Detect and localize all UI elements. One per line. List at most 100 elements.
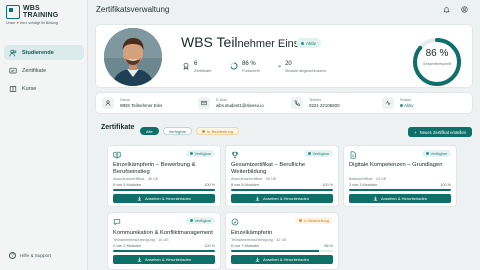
overall-progress-label: Gesamtfortschritt xyxy=(422,62,452,66)
warning-dot-icon xyxy=(202,129,206,133)
contact-info-card: Name WBS Teilnehmer Eins E-Mail wbs.studen… xyxy=(95,92,473,114)
view-download-button[interactable]: Ansehen & Herunterladen xyxy=(349,194,451,203)
stat-certificates: 6 Zertifikate xyxy=(182,61,230,73)
certificate-subtitle: Abschlusszertifikat · 96 UE xyxy=(231,177,277,181)
info-status: Status Aktiv xyxy=(382,97,414,109)
status-badge: Aktiv xyxy=(296,38,321,48)
sidebar-item-label: Studierende xyxy=(22,49,54,56)
status-badge: Verfügbar xyxy=(185,150,215,157)
view-download-button[interactable]: Ansehen & Herunterladen xyxy=(113,255,215,264)
status-badge: Verfügbar xyxy=(303,150,333,157)
certificate-title: Einzelkämpferin xyxy=(231,230,273,236)
certificate-card: Verfügbar Kommunikation & Konfliktmanage… xyxy=(107,212,221,270)
certificate-card: In Bearbeitung Einzelkämpferin Teilnahme… xyxy=(225,212,339,270)
progress-row: 6 von 7 Modulen 86 % xyxy=(231,244,333,248)
status-badge: In Bearbeitung xyxy=(295,217,333,224)
download-icon xyxy=(255,196,260,201)
filter-available[interactable]: Verfügbar xyxy=(162,127,193,135)
certificate-title: Kommunikation & Konfliktmanagement xyxy=(113,230,213,236)
progress-bar xyxy=(231,250,333,252)
phone-icon xyxy=(294,100,300,106)
info-email: E-Mail wbs.student1@sleeso.io xyxy=(198,97,264,109)
notification-bell-icon[interactable] xyxy=(443,6,450,13)
progress-bar xyxy=(113,189,215,191)
sidebar-item-label: Kurse xyxy=(22,85,37,92)
sidebar-item-label: Zertifikate xyxy=(22,67,47,74)
avatar xyxy=(104,28,162,86)
plus-icon: + xyxy=(414,129,417,135)
certificate-title: Gesamtzertifikat – Berufliche Weiterbild… xyxy=(231,162,306,175)
brand-name-line1: WBS xyxy=(23,5,40,12)
progress-icon xyxy=(230,62,238,70)
status-dot-icon xyxy=(400,103,403,107)
certificate-subtitle: Teilnahmebescheinigung · 32 UE xyxy=(231,238,287,242)
progress-bar xyxy=(349,189,451,191)
sidebar-item-kurse[interactable]: Kurse xyxy=(4,81,84,96)
trophy-icon xyxy=(231,151,239,159)
profile-stats: 6 Zertifikate 86 % Fortschritt 20 Module ab… xyxy=(182,61,326,73)
check-circle-icon xyxy=(231,218,239,226)
info-name: Name WBS Teilnehmer Eins xyxy=(102,97,162,109)
view-download-button[interactable]: Ansehen & Herunterladen xyxy=(113,194,215,203)
help-support-link[interactable]: ? Hilfe & Support xyxy=(9,252,51,259)
download-icon xyxy=(137,257,142,262)
certificate-title: Digitale Kompetenzen – Grundlagen xyxy=(349,162,443,168)
progress-bar xyxy=(113,250,215,252)
user-menu-icon[interactable] xyxy=(461,6,468,13)
chat-icon xyxy=(113,219,121,226)
top-bar: Zertifikatsverwaltung xyxy=(88,0,480,22)
certificate-icon xyxy=(113,151,121,159)
view-download-button[interactable]: Ansehen & Herunterladen xyxy=(231,194,333,203)
progress-row: 5 von 5 Modulen 100 % xyxy=(113,183,215,187)
user-icon xyxy=(105,100,111,106)
progress-row: 3 von 3 Modulen 100 % xyxy=(349,183,451,187)
brand-name-line2: TRAINING xyxy=(23,12,59,19)
certificate-card: Verfügbar Einzelkämpferin – Bewerbung & … xyxy=(107,145,221,207)
progress-row: 8 von 8 Modulen 100 % xyxy=(231,183,333,187)
status-dot-icon xyxy=(301,41,304,45)
download-icon xyxy=(137,196,142,201)
status-icon xyxy=(385,100,391,106)
certificate-card: Verfügbar Digitale Kompetenzen – Grundla… xyxy=(343,145,457,207)
sidebar-item-zertifikate[interactable]: Zertifikate xyxy=(4,63,84,78)
status-badge: Verfügbar xyxy=(185,217,215,224)
document-icon xyxy=(350,151,356,159)
award-icon xyxy=(183,62,189,70)
book-icon xyxy=(9,85,17,92)
view-download-button[interactable]: Ansehen & Herunterladen xyxy=(231,255,333,264)
logo-mark-icon xyxy=(6,5,20,19)
certificate-subtitle: Abschlusszertifikat · 36 UE xyxy=(113,177,159,181)
sidebar-item-studierende[interactable]: Studierende xyxy=(4,45,84,60)
certificates-heading: Zertifikate xyxy=(101,124,135,131)
info-phone: Telefon 0221 22106600 xyxy=(291,97,340,109)
download-icon xyxy=(255,257,260,262)
status-badge: Verfügbar xyxy=(421,150,451,157)
download-icon xyxy=(373,196,378,201)
users-icon xyxy=(9,49,17,56)
new-certificate-button[interactable]: + Neues Zertifikat erstellen xyxy=(408,127,472,137)
page-title: Zertifikatsverwaltung xyxy=(96,5,170,14)
certificate-subtitle: Teilnahmebescheinigung · 16 UE xyxy=(113,238,169,242)
progress-row: 2 von 2 Modulen 100 % xyxy=(113,244,215,248)
heart-icon: ♥ xyxy=(16,21,19,25)
sidebar-nav: Studierende Zertifikate Kurse xyxy=(4,45,84,99)
stat-progress: 86 % Fortschritt xyxy=(230,61,278,73)
stack-icon xyxy=(278,64,282,68)
brand-tagline: Unser ♥ Herz schlägt für Bildung xyxy=(6,21,58,25)
overall-progress-value: 86 % xyxy=(425,48,449,59)
student-name: WBS Teilnehmer Eins xyxy=(181,34,300,50)
status-value: Aktiv xyxy=(400,103,414,109)
stat-modules: 20 Module abgeschlossen xyxy=(278,61,326,73)
profile-card: WBS Teilnehmer Eins Aktiv 6 Zertifikate 8… xyxy=(95,24,473,88)
help-icon: ? xyxy=(9,252,16,259)
filter-all[interactable]: Alle xyxy=(140,127,159,135)
overall-progress-ring: 86 % Gesamtfortschritt xyxy=(410,35,464,89)
brand-logo[interactable]: WBS TRAINING Unser ♥ Herz schlägt für Bi… xyxy=(6,5,58,25)
certificate-filters: Alle Verfügbar In Bearbeitung xyxy=(140,127,240,135)
mail-icon xyxy=(201,100,207,106)
filter-in-progress[interactable]: In Bearbeitung xyxy=(196,127,240,135)
certificate-title: Einzelkämpferin – Bewerbung & Berufseins… xyxy=(113,162,196,175)
certificate-subtitle: Basiszertifikat · 24 UE xyxy=(349,177,387,181)
email-link[interactable]: wbs.student1@sleeso.io xyxy=(216,103,264,109)
help-label: Hilfe & Support xyxy=(20,253,51,258)
